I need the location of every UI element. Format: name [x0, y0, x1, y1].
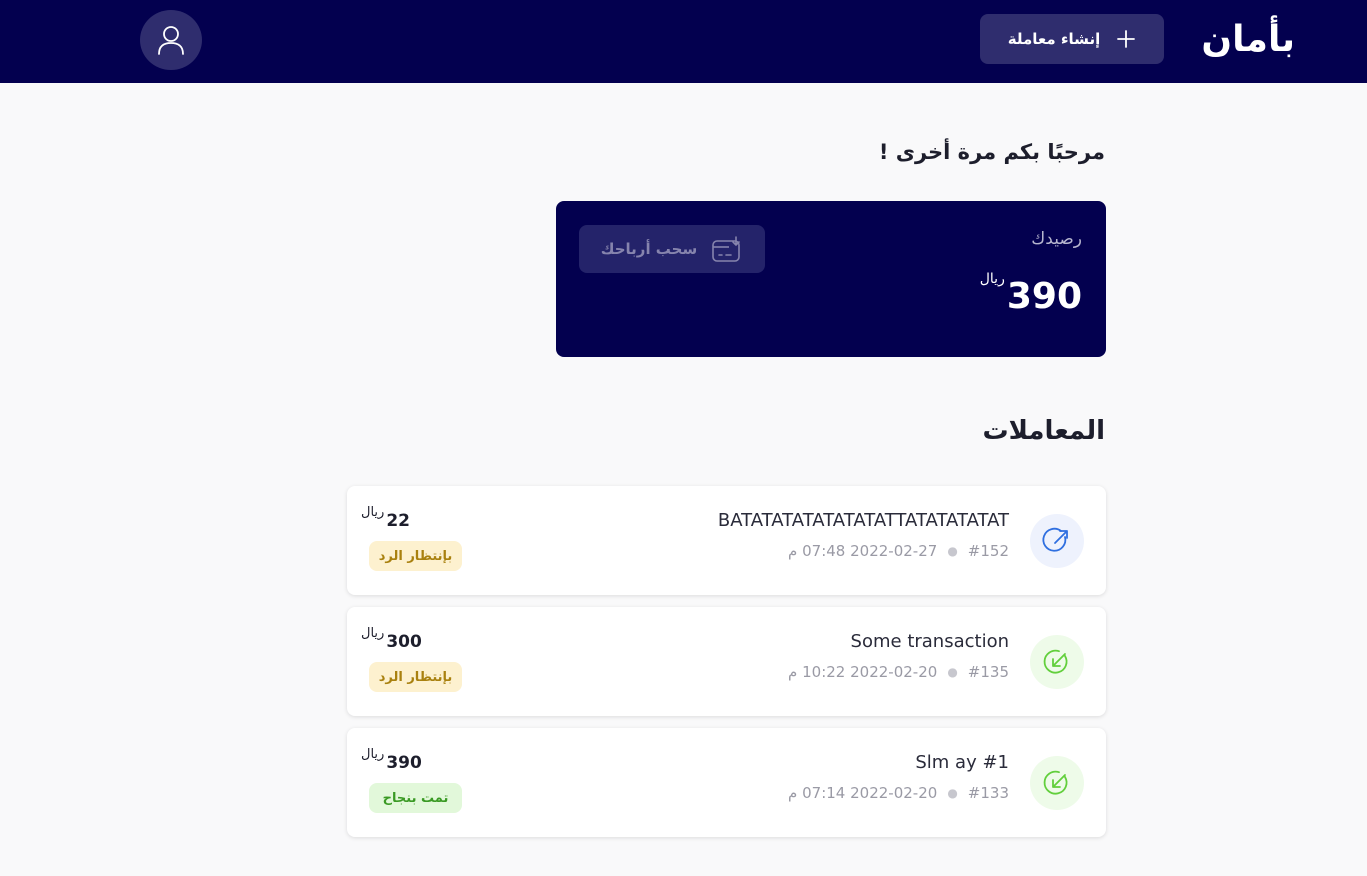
create-transaction-button[interactable]: إنشاء معاملة — [980, 14, 1164, 64]
brand-logo[interactable]: بأمان — [1201, 14, 1295, 66]
transaction-row[interactable]: Slm ay #1 #133 ● 2022-02-20 07:14 م 390 … — [347, 728, 1106, 837]
user-icon — [158, 26, 184, 55]
transaction-amount: 22 ريال — [361, 504, 410, 538]
status-badge: تمت بنجاح — [369, 783, 462, 813]
card-download-icon — [712, 236, 741, 262]
arrow-down-left-circle-icon — [1030, 756, 1084, 810]
balance-card: رصيدك 390 ريال سحب أرباحك — [556, 201, 1106, 357]
transactions-heading: المعاملات — [982, 416, 1105, 446]
transactions-list: BATATATATATATATATTATATATATAT #152 ● 2022… — [347, 486, 1106, 849]
create-transaction-label: إنشاء معاملة — [1007, 30, 1101, 48]
transaction-currency: ريال — [361, 505, 385, 520]
transaction-id: #135 — [967, 663, 1009, 681]
plus-icon — [1117, 30, 1136, 48]
withdraw-profits-button[interactable]: سحب أرباحك — [579, 225, 765, 273]
transaction-title: Slm ay #1 — [915, 752, 1009, 773]
transaction-row[interactable]: BATATATATATATATATTATATATATAT #152 ● 2022… — [347, 486, 1106, 595]
transaction-meta: #135 ● 2022-02-20 10:22 م — [788, 663, 1009, 681]
transaction-datetime: 2022-02-27 07:48 م — [788, 542, 938, 560]
transaction-amount-value: 300 — [386, 632, 422, 652]
balance-currency: ريال — [979, 271, 1005, 287]
status-badge: بإنتظار الرد — [369, 662, 462, 692]
balance-value: 390 — [1006, 276, 1082, 317]
transaction-amount: 390 ريال — [361, 746, 422, 780]
transaction-currency: ريال — [361, 626, 385, 641]
withdraw-profits-label: سحب أرباحك — [600, 240, 698, 258]
transaction-meta: #152 ● 2022-02-27 07:48 م — [788, 542, 1009, 560]
transaction-datetime: 2022-02-20 10:22 م — [788, 663, 938, 681]
balance-label: رصيدك — [1031, 229, 1082, 249]
balance-amount: 390 ريال — [980, 269, 1082, 325]
arrow-down-left-circle-icon — [1030, 635, 1084, 689]
welcome-heading: مرحبًا بكم مرة أخرى ! — [878, 140, 1105, 164]
meta-separator: ● — [947, 665, 958, 679]
top-navbar: بأمان إنشاء معاملة — [0, 0, 1367, 83]
transaction-title: BATATATATATATATATTATATATATAT — [717, 510, 1009, 531]
meta-separator: ● — [947, 544, 958, 558]
transaction-id: #152 — [967, 542, 1009, 560]
status-badge: بإنتظار الرد — [369, 541, 462, 571]
transaction-id: #133 — [967, 784, 1009, 802]
user-avatar-button[interactable] — [140, 10, 202, 70]
transaction-meta: #133 ● 2022-02-20 07:14 م — [788, 784, 1009, 802]
transaction-amount-value: 22 — [386, 511, 410, 531]
transaction-amount-value: 390 — [386, 753, 422, 773]
transaction-row[interactable]: Some transaction #135 ● 2022-02-20 10:22… — [347, 607, 1106, 716]
transaction-datetime: 2022-02-20 07:14 م — [788, 784, 938, 802]
transaction-amount: 300 ريال — [361, 625, 422, 659]
arrow-up-right-circle-icon — [1030, 514, 1084, 568]
transaction-currency: ريال — [361, 747, 385, 762]
meta-separator: ● — [947, 786, 958, 800]
transaction-title: Some transaction — [850, 631, 1009, 652]
